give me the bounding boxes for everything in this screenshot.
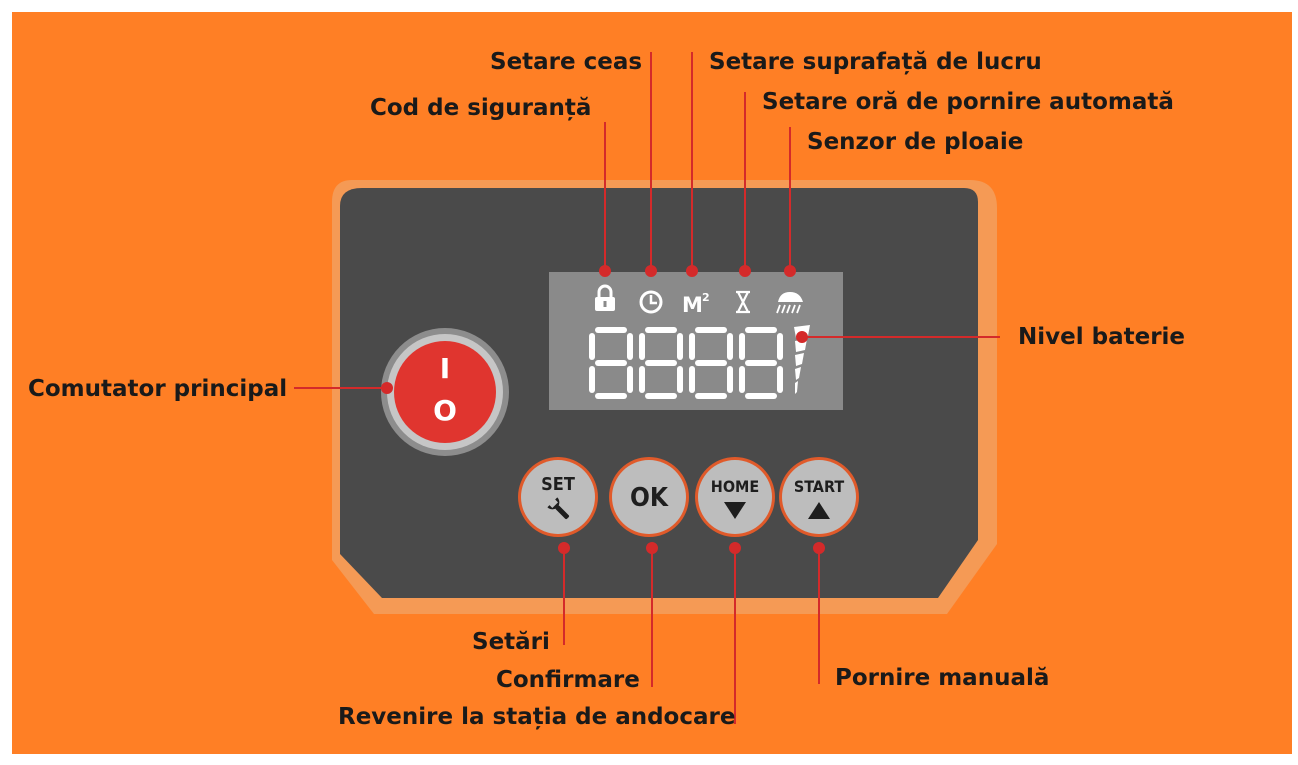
label-setare-ora: Setare oră de pornire automată xyxy=(762,89,1174,115)
home-button[interactable]: HOME xyxy=(695,457,775,537)
area-superscript: 2 xyxy=(702,291,710,304)
ok-button[interactable]: OK xyxy=(609,457,689,537)
home-button-label: HOME xyxy=(711,477,759,496)
label-senzor-ploaie: Senzor de ploaie xyxy=(807,129,1024,155)
ok-button-label: OK xyxy=(630,483,669,513)
start-button[interactable]: START xyxy=(779,457,859,537)
label-setare-suprafata: Setare suprafață de lucru xyxy=(709,49,1042,75)
label-revenire: Revenire la stația de andocare xyxy=(338,704,736,730)
label-setare-ceas: Setare ceas xyxy=(490,49,643,75)
switch-off-symbol: O xyxy=(433,394,457,427)
main-power-switch[interactable]: I O xyxy=(381,328,509,456)
diagram-canvas: M 2 I O SET OK HOME START Setare ceas Se… xyxy=(12,12,1292,754)
label-nivel-baterie: Nivel baterie xyxy=(1018,324,1186,350)
switch-on-symbol: I xyxy=(440,352,450,385)
label-confirmare: Confirmare xyxy=(496,667,640,693)
label-cod-siguranta: Cod de siguranță xyxy=(370,95,592,121)
set-button[interactable]: SET xyxy=(518,457,598,537)
set-button-label: SET xyxy=(541,474,575,495)
start-button-label: START xyxy=(794,477,844,496)
label-comutator-principal: Comutator principal xyxy=(28,376,288,402)
label-pornire-manuala: Pornire manuală xyxy=(835,665,1050,691)
label-setari: Setări xyxy=(472,629,550,655)
area-icon: M xyxy=(682,293,703,317)
